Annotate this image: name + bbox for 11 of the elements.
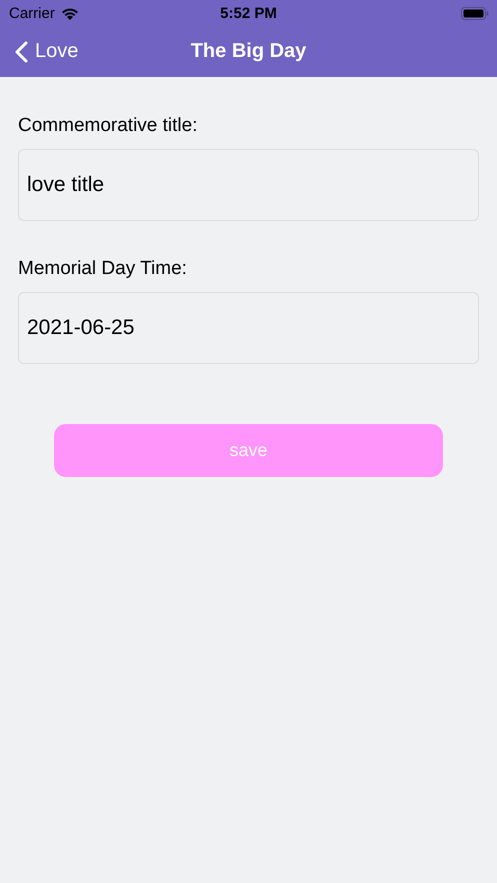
status-time: 5:52 PM [220,4,277,22]
back-button[interactable]: Love [0,40,78,63]
input-field[interactable]: love title [18,149,479,221]
field-label: Memorial Day Time: [18,258,188,280]
field-label: Commemorative title: [18,115,198,137]
chevron-left-icon [15,40,28,62]
nav-title: The Big Day [190,40,306,63]
battery-icon [461,6,489,20]
wifi-icon [60,6,79,20]
input-field[interactable]: 2021-06-25 [18,292,479,364]
carrier-name: Carrier [9,4,55,22]
